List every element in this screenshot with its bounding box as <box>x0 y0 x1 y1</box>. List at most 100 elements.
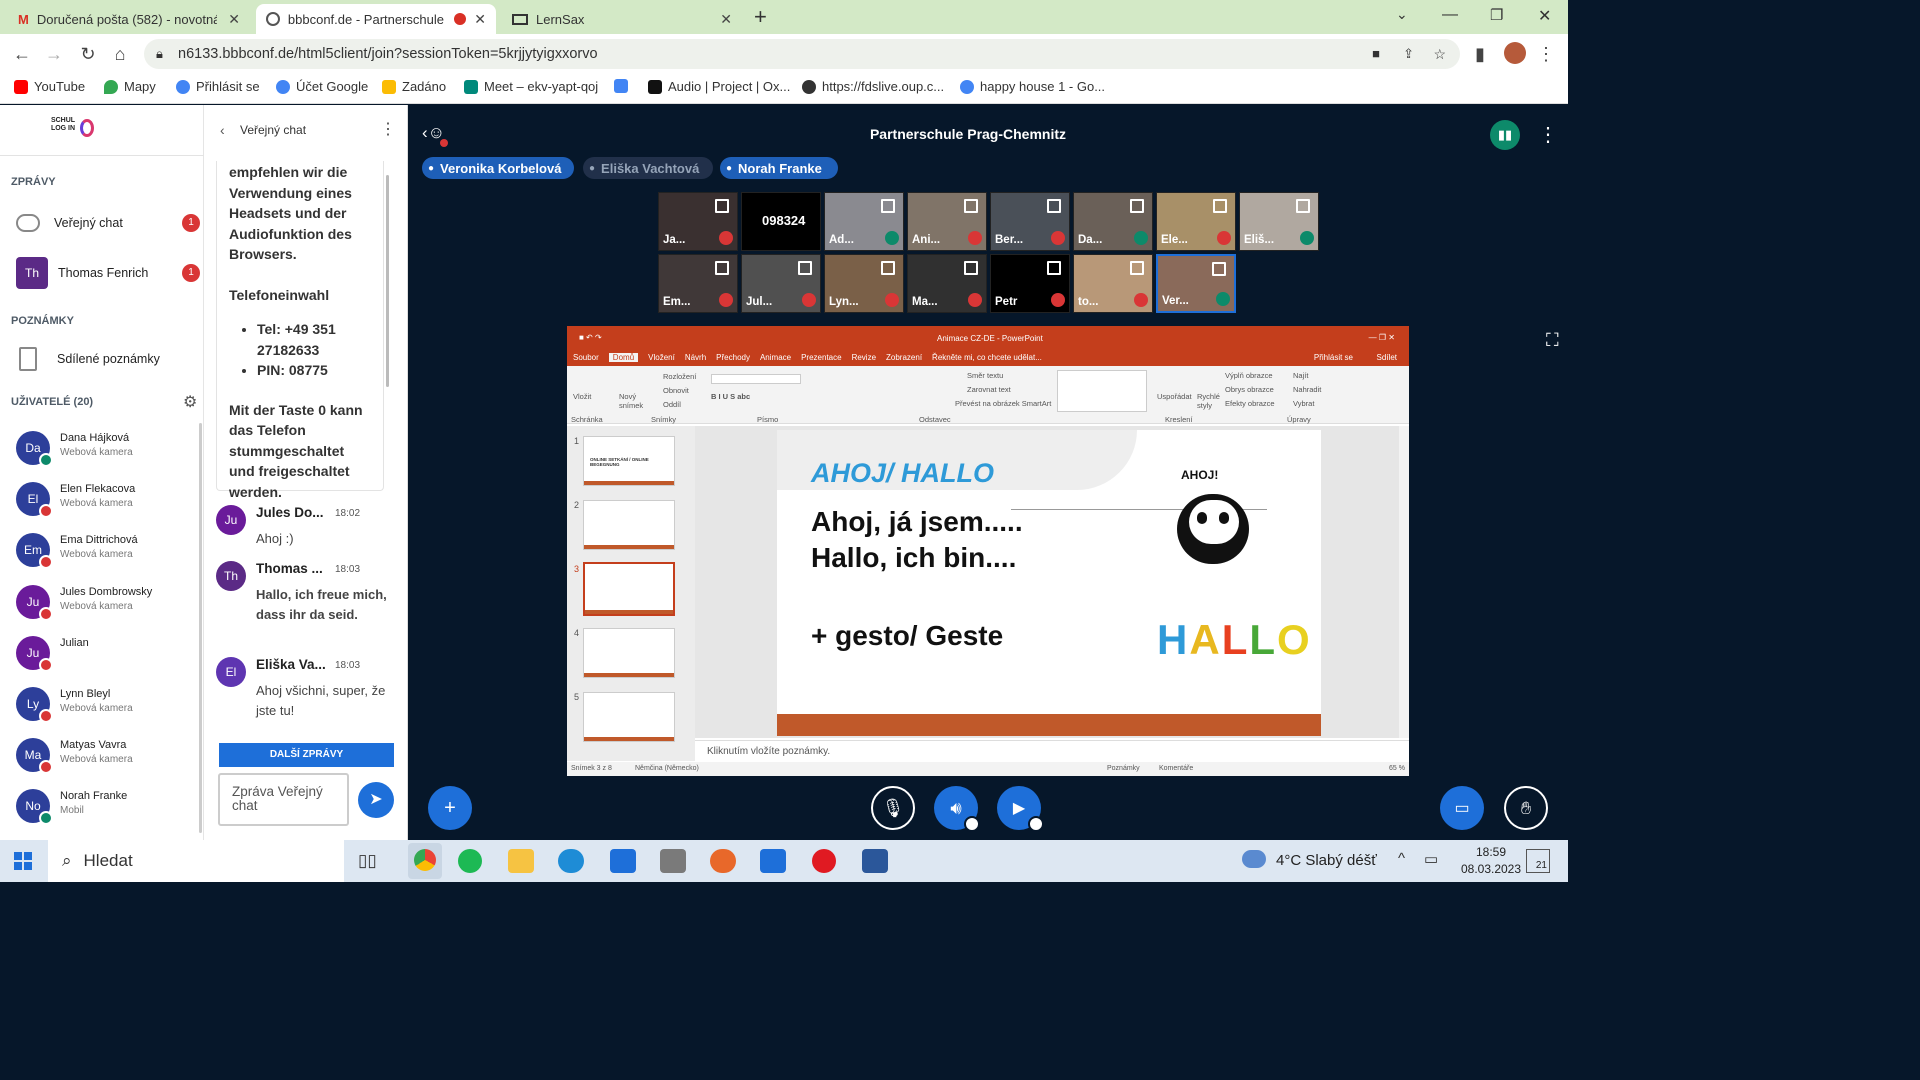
expand-icon[interactable] <box>1213 199 1227 213</box>
expand-icon[interactable] <box>715 261 729 275</box>
tab-bbbconf[interactable]: bbbconf.de - Partnerschule P ✕ <box>256 4 496 34</box>
bookmark-meet[interactable]: Meet – ekv-yapt-qoj <box>464 79 598 94</box>
profile-avatar[interactable] <box>1504 42 1526 64</box>
url-field[interactable]: 🔒︎ n6133.bbbconf.de/html5client/join?ses… <box>144 39 1460 69</box>
bookmark-audio-project[interactable]: Audio | Project | Ox... <box>648 79 790 94</box>
webcam-tile[interactable]: to... <box>1073 254 1153 313</box>
webcam-tile[interactable]: Ber... <box>990 192 1070 251</box>
forward-icon[interactable]: → <box>42 42 66 66</box>
webcam-tile[interactable]: Ver... <box>1156 254 1236 313</box>
expand-icon[interactable] <box>1047 261 1061 275</box>
shared-notes-item[interactable]: Sdílené poznámky <box>16 344 204 374</box>
user-list-item[interactable]: Ju Jules Dombrowsky Webová kamera <box>16 583 202 625</box>
maximize-button[interactable]: ❐ <box>1490 6 1503 24</box>
user-list-item[interactable]: Ly Lynn Bleyl Webová kamera <box>16 685 202 727</box>
user-list-item[interactable]: El Elen Flekacova Webová kamera <box>16 480 202 522</box>
webcam-tile[interactable]: Lyn... <box>824 254 904 313</box>
expand-icon[interactable] <box>964 199 978 213</box>
webcam-tile[interactable]: Petr <box>990 254 1070 313</box>
user-list-item[interactable]: Ju Julian <box>16 634 202 676</box>
taskbar-search[interactable]: ⌕ Hledat <box>48 840 344 882</box>
webcam-tile[interactable]: Ani... <box>907 192 987 251</box>
weather-text[interactable]: 4°C Slabý déšť <box>1276 852 1377 869</box>
tab-lernsax[interactable]: LernSax ✕ <box>502 4 742 34</box>
more-options-icon[interactable]: ⋮ <box>380 119 396 139</box>
expand-icon[interactable] <box>798 261 812 275</box>
expand-icon[interactable] <box>881 199 895 213</box>
connection-status-icon[interactable]: ▮▮ <box>1490 120 1520 150</box>
camera-icon[interactable]: ■ <box>1372 39 1380 69</box>
close-icon[interactable]: ✕ <box>228 11 240 28</box>
bookmark-mapy[interactable]: Mapy <box>104 79 156 94</box>
tab-search-icon[interactable]: ⌄ <box>1396 6 1408 23</box>
audio-settings-caret[interactable] <box>964 816 980 832</box>
new-tab-button[interactable]: + <box>754 4 767 30</box>
talker-eliska[interactable]: ● Eliška Vachtová <box>583 157 713 179</box>
expand-icon[interactable] <box>1130 261 1144 275</box>
sidepanel-icon[interactable]: ▮ <box>1468 42 1492 66</box>
mail-icon[interactable] <box>610 849 636 873</box>
expand-icon[interactable] <box>881 261 895 275</box>
dropbox-icon[interactable] <box>760 849 786 873</box>
expand-icon[interactable] <box>964 261 978 275</box>
send-icon[interactable]: ➤ <box>358 782 394 818</box>
clock[interactable]: 18:59 08.03.2023 <box>1454 844 1528 878</box>
chevron-up-icon[interactable]: ^ <box>1398 850 1405 867</box>
display-icon[interactable]: ▭ <box>1424 850 1438 868</box>
menu-icon[interactable]: ⋮ <box>1534 42 1558 66</box>
raise-hand-button[interactable]: ✋︎ <box>1504 786 1548 830</box>
chat-input[interactable]: Zpráva Veřejný chat <box>218 773 349 826</box>
gear-icon[interactable]: ⚙ <box>183 392 197 412</box>
user-list-item[interactable]: Ma Matyas Vavra Webová kamera <box>16 736 202 778</box>
expand-icon[interactable] <box>1212 262 1226 276</box>
user-list-item[interactable]: No Norah Franke Mobil <box>16 787 202 829</box>
webcam-tile[interactable]: Em... <box>658 254 738 313</box>
tab-gmail[interactable]: M Doručená pošta (582) - novotná.j ✕ <box>8 4 250 34</box>
user-list-item[interactable]: Em Ema Dittrichová Webová kamera <box>16 531 202 573</box>
webcam-tile[interactable]: Jul... <box>741 254 821 313</box>
bookmark-docs[interactable] <box>614 79 628 93</box>
bookmark-prihlasit[interactable]: Přihlásit se <box>176 79 260 94</box>
expand-icon[interactable] <box>1047 199 1061 213</box>
expand-icon[interactable] <box>715 199 729 213</box>
expand-icon[interactable] <box>1130 199 1144 213</box>
webcam-tile[interactable]: Ad... <box>824 192 904 251</box>
sidebar-scrollbar[interactable] <box>199 423 202 833</box>
screenshare-button[interactable]: ▭ <box>1440 786 1484 830</box>
edge-icon[interactable] <box>558 849 584 873</box>
word-icon[interactable] <box>862 849 888 873</box>
more-messages-button[interactable]: DALŠÍ ZPRÁVY <box>219 743 394 767</box>
webcam-tile[interactable]: Ele... <box>1156 192 1236 251</box>
talker-veronika[interactable]: ● Veronika Korbelová <box>422 157 574 179</box>
expand-icon[interactable] <box>1296 199 1310 213</box>
back-icon[interactable]: ← <box>10 42 34 66</box>
minimize-button[interactable]: — <box>1442 6 1458 24</box>
bookmark-ucet-google[interactable]: Účet Google <box>276 79 368 94</box>
close-icon[interactable]: ✕ <box>474 11 486 28</box>
file-explorer-icon[interactable] <box>508 849 534 873</box>
mute-microphone-button[interactable]: 🎙︎ <box>871 786 915 830</box>
webcam-tile[interactable]: Ja... <box>658 192 738 251</box>
firefox-icon[interactable] <box>710 849 736 873</box>
webcam-tile[interactable]: 098324 <box>741 192 821 251</box>
store-icon[interactable] <box>660 849 686 873</box>
spotify-icon[interactable] <box>458 849 482 873</box>
star-icon[interactable]: ☆ <box>1433 39 1446 69</box>
webcam-tile[interactable]: Eliš... <box>1239 192 1319 251</box>
user-list-item[interactable]: Da Dana Hájková Webová kamera <box>16 429 202 471</box>
task-view-icon[interactable]: ▯▯ <box>358 851 377 871</box>
bookmark-youtube[interactable]: YouTube <box>14 79 85 94</box>
options-menu-icon[interactable]: ⋮ <box>1538 122 1558 147</box>
share-icon[interactable]: ⇪ <box>1403 39 1414 69</box>
bookmark-happy-house[interactable]: happy house 1 - Go... <box>960 79 1105 94</box>
private-chat-thomas[interactable]: Th Thomas Fenrich 1 <box>16 257 204 289</box>
chat-scrollbar[interactable] <box>386 175 389 387</box>
actions-plus-button[interactable]: + <box>428 786 472 830</box>
webcam-tile[interactable]: Ma... <box>907 254 987 313</box>
public-chat-item[interactable]: Veřejný chat 1 <box>16 208 204 238</box>
home-icon[interactable]: ⌂ <box>108 42 132 66</box>
talker-norah[interactable]: ● Norah Franke <box>720 157 838 179</box>
reload-icon[interactable]: ↻ <box>76 42 100 66</box>
notification-icon[interactable]: 21 <box>1526 849 1550 873</box>
windows-start-icon[interactable] <box>14 852 32 870</box>
